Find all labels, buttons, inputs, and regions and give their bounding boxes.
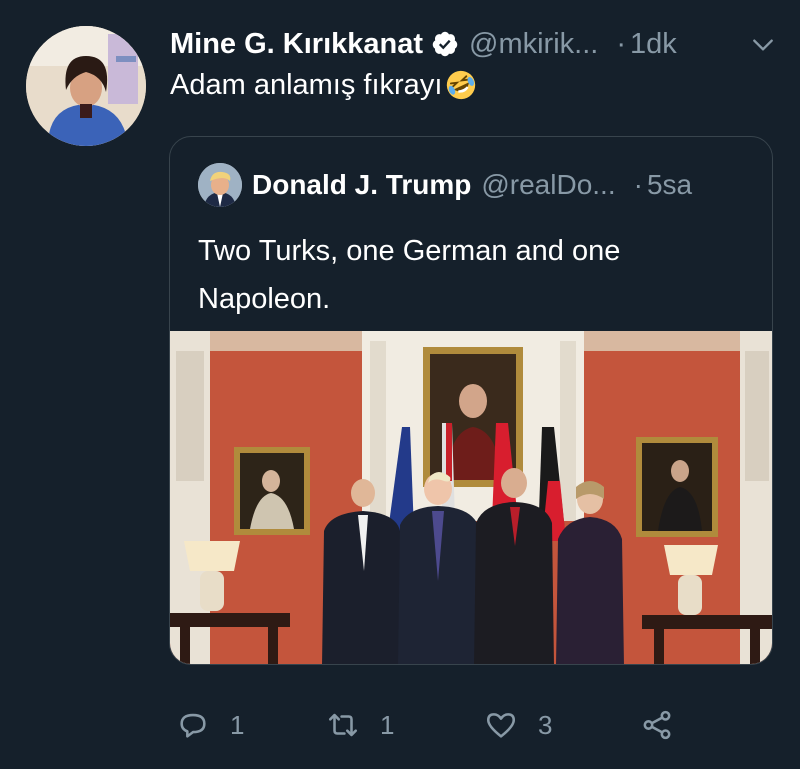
separator-dot: ·	[616, 27, 626, 60]
author-name[interactable]: Mine G. Kırıkkanat	[170, 28, 423, 61]
chevron-down-icon[interactable]	[750, 32, 776, 58]
quoted-separator-dot: ·	[633, 169, 643, 200]
like-count: 3	[538, 709, 553, 740]
author-handle[interactable]: @mkirik...	[469, 28, 598, 61]
retweet-button[interactable]: 1	[326, 700, 394, 750]
quoted-author-name[interactable]: Donald J. Trump	[252, 169, 471, 201]
reply-count: 1	[230, 709, 245, 740]
share-button[interactable]	[640, 700, 674, 750]
author-avatar[interactable]	[26, 26, 146, 146]
quoted-tweet-card[interactable]: Donald J. Trump @realDo... · 5sa Two Tur…	[169, 136, 773, 665]
reply-button[interactable]: 1	[176, 700, 244, 750]
reply-icon	[180, 713, 206, 738]
quoted-tweet-text: Two Turks, one German and one Napoleon.	[198, 235, 621, 315]
tweet-action-bar: 1 1 3	[170, 700, 690, 750]
tweet-time[interactable]: 1dk	[630, 28, 677, 61]
heart-icon	[486, 713, 516, 738]
quoted-tweet-photo[interactable]	[170, 331, 773, 665]
quoted-tweet-time[interactable]: 5sa	[647, 169, 692, 201]
share-icon	[643, 710, 671, 740]
tweet-text-row: Adam anlamış fıkrayı	[170, 68, 478, 102]
quoted-author-handle[interactable]: @realDo...	[481, 169, 615, 201]
quoted-author-avatar[interactable]	[198, 163, 242, 207]
rofl-emoji-icon	[447, 70, 476, 100]
tweet-header: Mine G. Kırıkkanat @mkirik... · 1dk	[170, 24, 780, 64]
verified-badge-icon	[432, 31, 458, 57]
retweet-icon	[328, 713, 358, 737]
tweet-text: Adam anlamış fıkrayı	[170, 68, 443, 101]
quoted-tweet-header: Donald J. Trump @realDo... · 5sa	[198, 163, 758, 207]
like-button[interactable]: 3	[484, 700, 552, 750]
retweet-count: 1	[380, 709, 395, 740]
